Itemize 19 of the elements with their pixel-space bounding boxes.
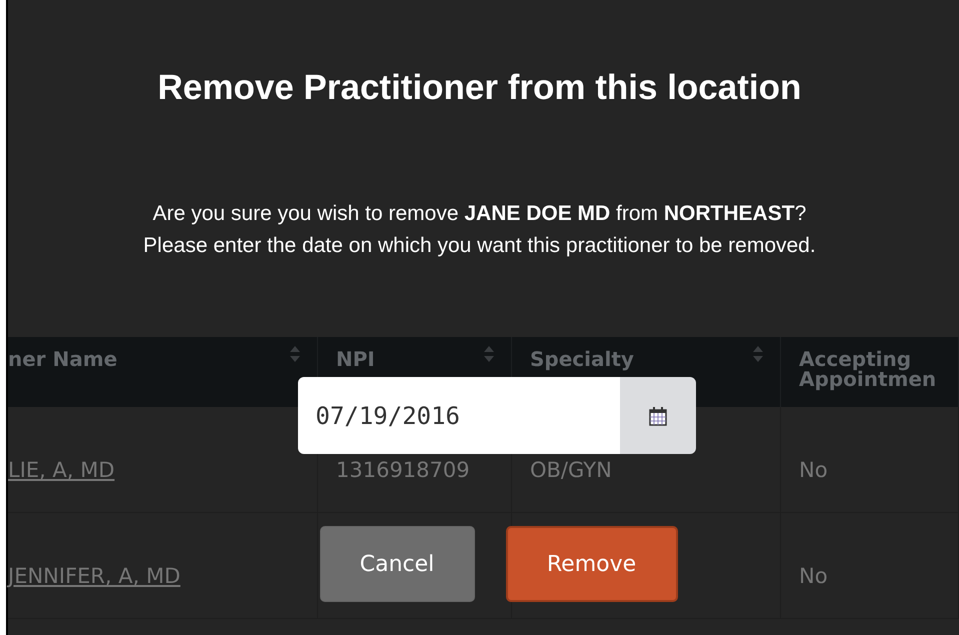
table-cell: OB/GYN: [530, 458, 612, 482]
sort-icon[interactable]: [483, 345, 495, 363]
practitioner-link[interactable]: LIE, A, MD: [8, 458, 115, 482]
table-cell: No: [799, 564, 828, 588]
dialog-title: Remove Practitioner from this location: [158, 68, 802, 108]
table-cell: No: [799, 458, 828, 482]
column-header: NPI: [336, 349, 375, 369]
column-header: ner Name: [8, 349, 118, 369]
practitioner-link[interactable]: JENNIFER, A, MD: [8, 564, 180, 588]
column-header: Specialty: [530, 349, 634, 369]
column-header: Accepting Appointmen: [799, 349, 938, 389]
table-cell: 1316918709: [336, 458, 470, 482]
dialog-message: Please enter the date on which you want this practitioner to be removed.: [143, 233, 816, 259]
calendar-icon[interactable]: [648, 406, 666, 426]
remove-button[interactable]: Remove: [506, 526, 678, 602]
cancel-button[interactable]: Cancel: [320, 526, 474, 602]
sort-icon[interactable]: [752, 345, 764, 363]
dialog-message: Are you sure you wish to remove JANE DOE MD from NORTHEAST?: [152, 201, 808, 227]
sort-icon[interactable]: [289, 345, 301, 363]
